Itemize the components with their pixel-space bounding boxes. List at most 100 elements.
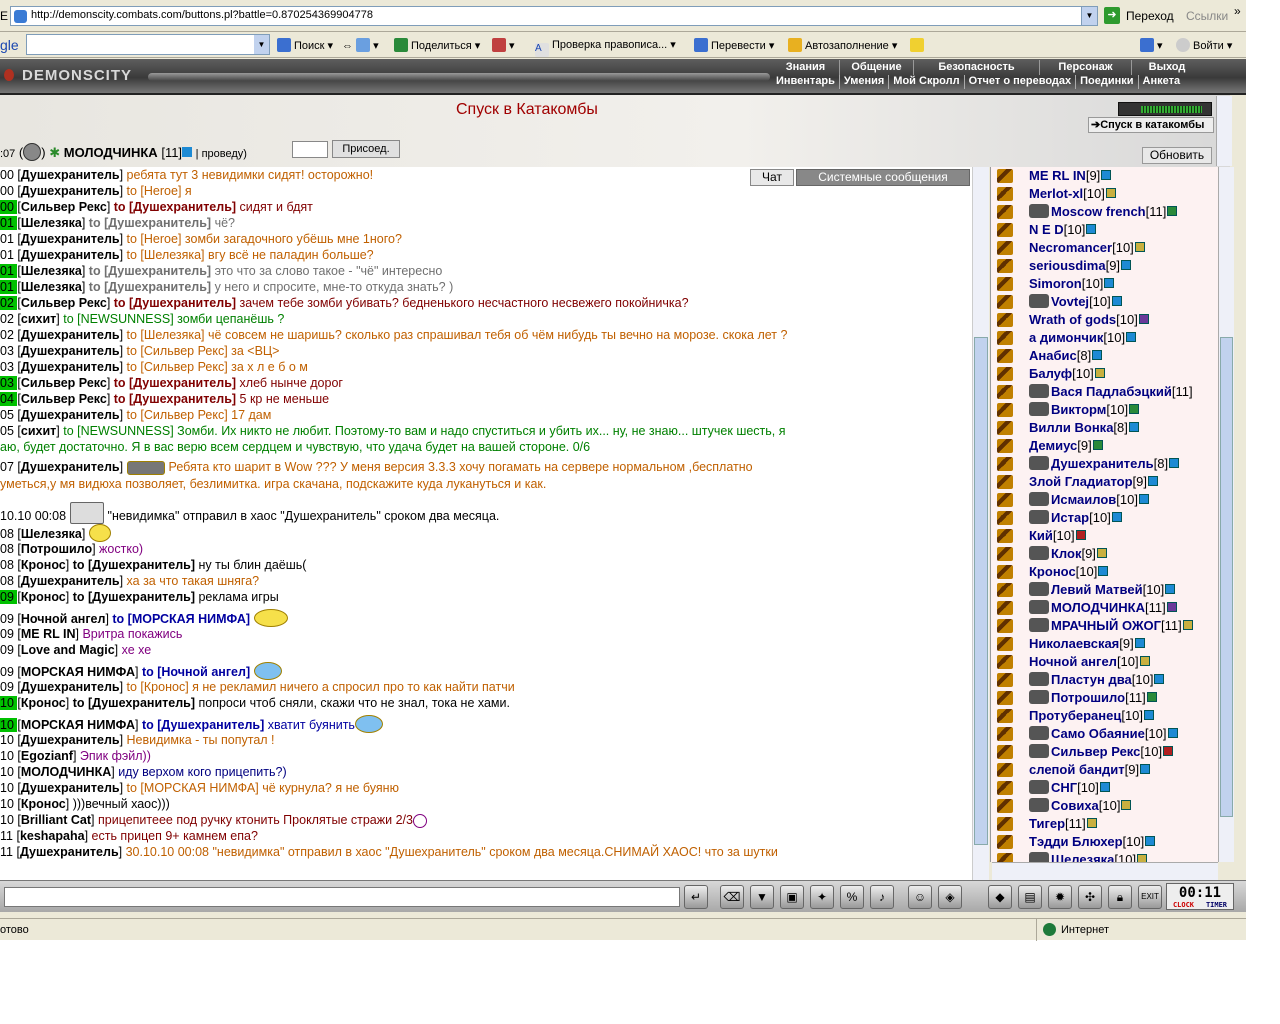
chat-author[interactable]: [Шелезяка] [17,216,88,230]
info-icon[interactable] [1105,188,1116,198]
walk-icon[interactable]: ✦ [810,885,834,909]
chat-author[interactable]: [Egozianf] [17,749,80,763]
tab-system[interactable]: Системные сообщения [796,169,970,186]
chat-recipient[interactable]: to [NEWSUNNESS] [63,312,177,326]
chat-recipient[interactable]: to [Сильвер Рекс] [127,344,232,358]
go-arrow-icon[interactable]: ➜ [1104,7,1120,24]
menu-security[interactable]: Безопасность [914,60,1040,75]
chat-author[interactable]: [МОЛОДЧИНКА] [17,765,118,779]
info-icon[interactable] [1121,260,1132,270]
user-list-item[interactable]: Тэдди Блюхер[10] [991,833,1218,851]
chat-author[interactable]: [Ночной ангел] [17,612,112,626]
user-list-item[interactable]: Злой Гладиатор[9] [991,473,1218,491]
user-name[interactable]: Клок [1051,546,1081,561]
translate-button[interactable]: Перевести ▾ [694,38,774,52]
user-name[interactable]: Протуберанец [1029,708,1121,723]
info-icon[interactable] [1140,764,1151,774]
info-icon[interactable] [1129,404,1140,414]
info-icon[interactable] [1154,674,1165,684]
user-name[interactable]: Потрошило [1051,690,1125,705]
user-list-item[interactable]: Сильвер Рекс[10] [991,743,1218,761]
private-message-icon[interactable] [997,403,1013,417]
chat-time[interactable]: 01 [0,216,18,230]
user-list-item[interactable]: Шелезяка[10] [991,851,1218,862]
chat-author[interactable]: [Сильвер Рекс] [17,392,113,406]
private-message-icon[interactable] [997,601,1013,615]
private-message-icon[interactable] [997,709,1013,723]
info-icon[interactable] [1144,710,1155,720]
chat-time[interactable]: 01 [0,280,18,294]
go-catacombs-button[interactable]: ➔Спуск в катакомбы [1088,117,1214,133]
chat-time[interactable]: 03 [0,344,17,358]
url-input[interactable]: http://demonscity.combats.com/buttons.pl… [10,6,1088,26]
chat-time[interactable]: 10 [0,781,17,795]
chat-time[interactable]: 08 [0,558,17,572]
info-icon[interactable] [1121,800,1132,810]
info-icon[interactable] [1163,746,1174,756]
private-icon[interactable]: % [840,885,864,909]
chat-time[interactable]: 07 [0,460,17,474]
highlight-button[interactable] [910,38,927,52]
user-name[interactable]: Демиус [1029,438,1077,453]
user-name[interactable]: Балуф [1029,366,1072,381]
user-list-item[interactable]: Николаевская[9] [991,635,1218,653]
chat-recipient[interactable]: to [МОРСКАЯ НИМФА] [127,781,263,795]
chat-recipient[interactable]: to [МОРСКАЯ НИМФА] [112,612,253,626]
chat-author[interactable]: [Кронос] [17,696,72,710]
chat-author[interactable]: [Душехранитель] [17,680,126,694]
sound-icon[interactable]: ♪ [870,885,894,909]
info-icon[interactable] [1098,566,1109,576]
chat-time[interactable]: 09 [0,590,18,604]
lock-icon[interactable]: 🔒︎ [1108,885,1132,909]
refresh-button[interactable]: Обновить [1142,147,1212,164]
private-message-icon[interactable] [997,817,1013,831]
user-name[interactable]: Душехранитель [1051,456,1154,471]
menu-profile[interactable]: Анкета [1139,75,1185,89]
info-icon[interactable] [1111,512,1122,522]
chat-author[interactable]: [Шелезяка] [17,280,88,294]
chat-time[interactable]: 11 [0,845,16,859]
smiley-icon[interactable]: ☺ [908,885,932,909]
private-message-icon[interactable] [997,205,1013,219]
chat-recipient[interactable]: to [Душехранитель] [73,558,199,572]
chat-author[interactable]: [Душехранитель] [17,408,126,422]
private-message-icon[interactable] [997,763,1013,777]
send-icon[interactable]: ↵ [684,885,708,909]
chat-author[interactable]: [Душехранитель] [17,248,126,262]
private-message-icon[interactable] [997,583,1013,597]
private-message-icon[interactable] [997,511,1013,525]
bag-icon[interactable]: ◆ [988,885,1012,909]
user-name[interactable]: Николаевская [1029,636,1119,651]
save-icon[interactable]: ▣ [780,885,804,909]
info-icon[interactable] [1148,476,1159,486]
info-icon[interactable] [182,147,193,157]
chat-time[interactable]: 01 [0,232,17,246]
info-icon[interactable] [1094,368,1105,378]
exit-icon[interactable]: EXIT [1138,885,1162,909]
private-message-icon[interactable] [997,349,1013,363]
user-name[interactable]: N E D [1029,222,1064,237]
user-name[interactable]: Кронос [1029,564,1076,579]
chat-author[interactable]: [МОРСКАЯ НИМФА] [17,665,142,679]
chat-recipient[interactable]: to [Душехранитель] [89,280,215,294]
private-message-icon[interactable] [997,835,1013,849]
chat-author[interactable]: [Душехранитель] [17,733,126,747]
chat-author[interactable]: [Сильвер Рекс] [17,376,113,390]
map-icon[interactable]: ▤ [1018,885,1042,909]
chat-time[interactable]: 02 [0,312,17,326]
user-list-item[interactable]: seriousdima[9] [991,257,1218,275]
chat-author[interactable]: [Шелезяка] [17,527,88,541]
private-message-icon[interactable] [997,187,1013,201]
chat-author[interactable]: [Love and Magic] [17,643,121,657]
chat-recipient[interactable]: to [Шелезяка] [127,248,208,262]
user-list-item[interactable]: Пластун два[10] [991,671,1218,689]
user-name[interactable]: Совиха [1051,798,1099,813]
chat-recipient[interactable]: to [Шелезяка] [127,328,208,342]
user-list-item[interactable]: Vovtej[10] [991,293,1218,311]
chevron-down-icon[interactable]: ▼ [254,35,269,54]
chat-input[interactable] [4,887,680,907]
user-name[interactable]: Викторм [1051,402,1106,417]
links-button[interactable]: Ссылки [1186,9,1228,23]
chat-author[interactable]: [Кронос] [17,590,72,604]
chat-recipient[interactable]: to [Сильвер Рекс] [127,408,232,422]
